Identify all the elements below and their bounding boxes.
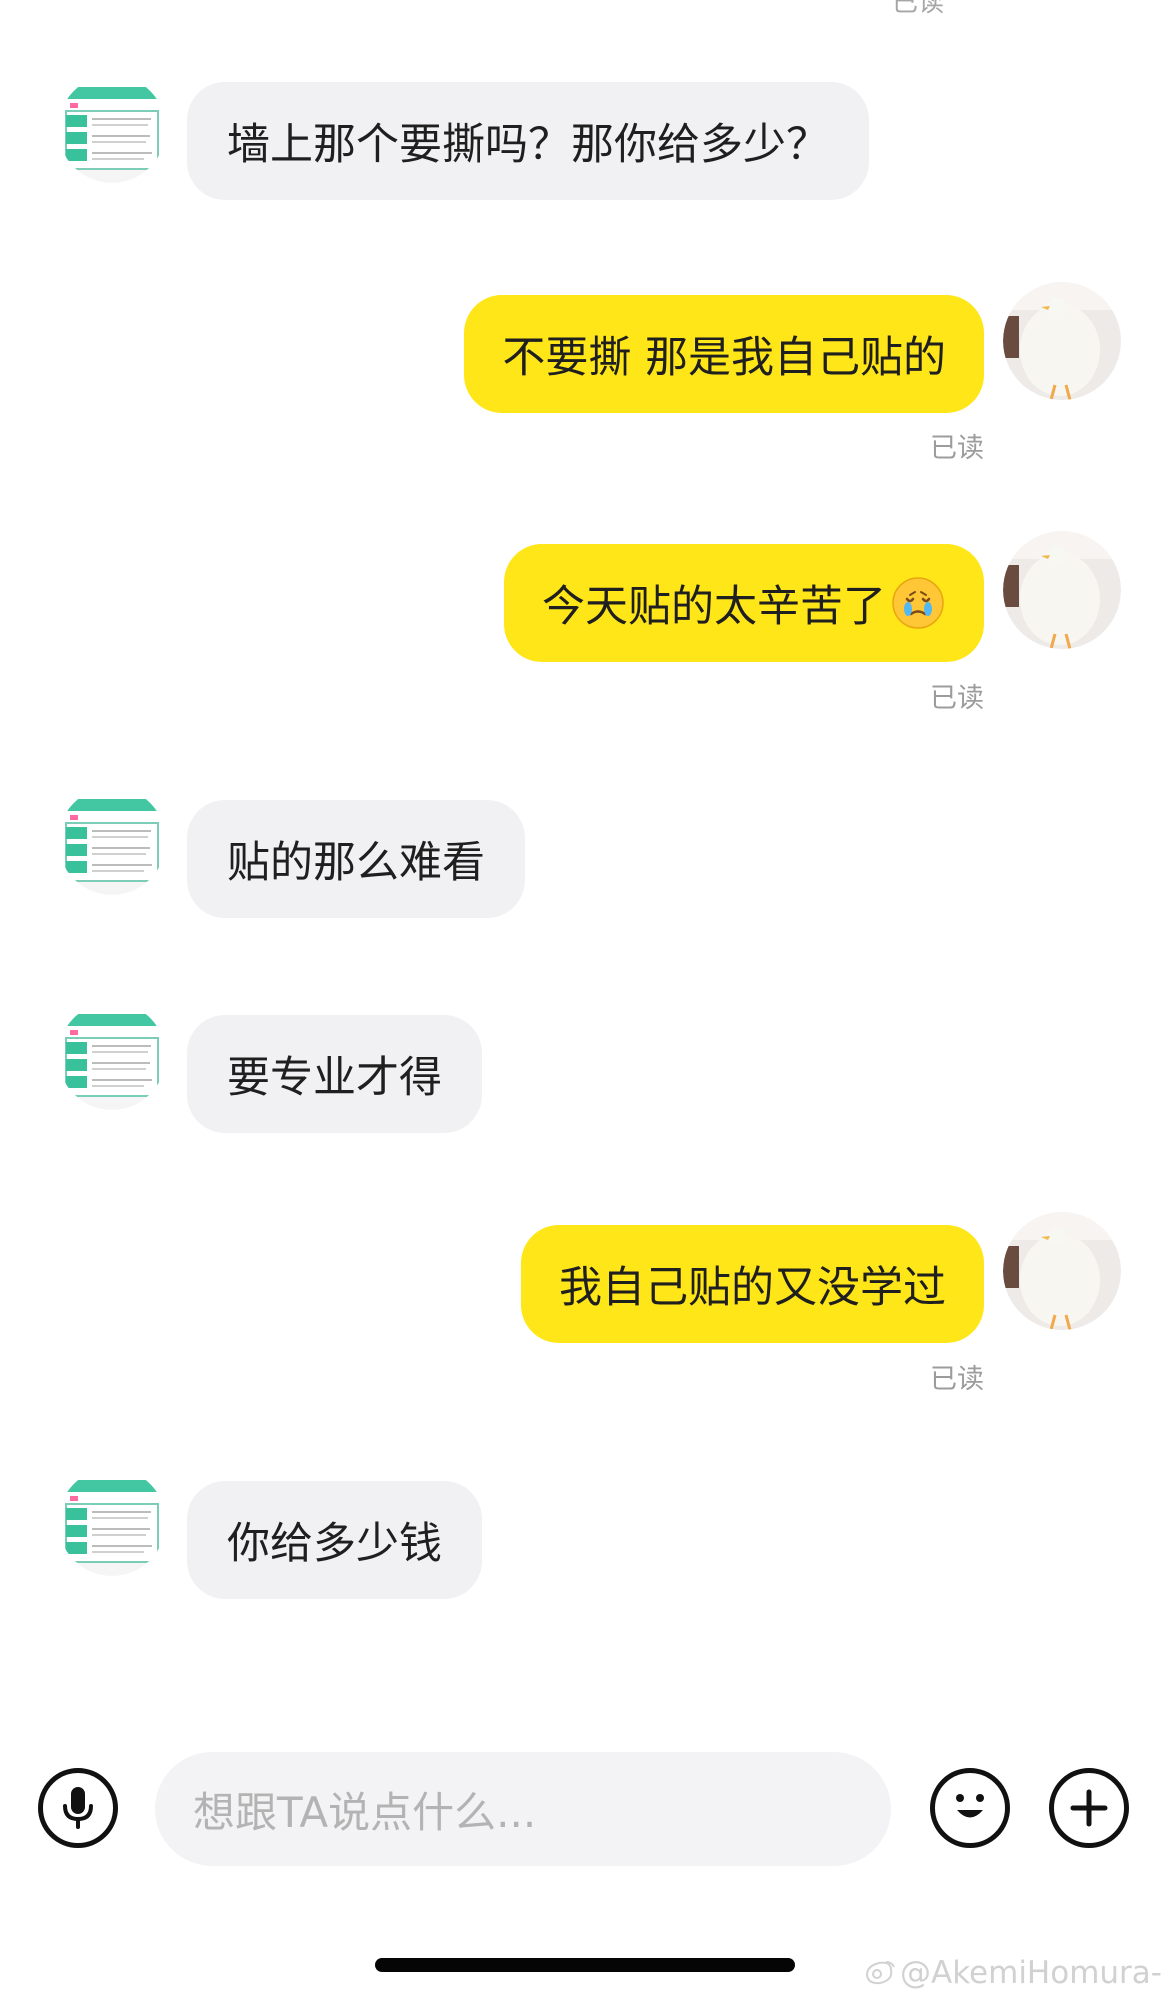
message-text: 墙上那个要撕吗？那你给多少？ — [227, 120, 829, 170]
message-input-placeholder: 想跟TA说点什么... — [193, 1787, 537, 1837]
message-input[interactable]: 想跟TA说点什么... — [155, 1752, 891, 1866]
message-bubble[interactable]: 不要撕 那是我自己贴的 — [464, 295, 984, 413]
message-bubble[interactable]: 贴的那么难看 — [187, 800, 525, 918]
watermark: @AkemiHomura- — [862, 1955, 1162, 1991]
contact-avatar[interactable] — [58, 1468, 166, 1576]
read-status: 已读 — [891, 0, 944, 18]
emoji-button[interactable] — [930, 1768, 1010, 1848]
message-text: 今天贴的太辛苦了 — [542, 582, 886, 632]
message-text: 贴的那么难看 — [227, 838, 485, 888]
message-text: 我自己贴的又没学过 — [559, 1263, 946, 1313]
contact-avatar[interactable] — [58, 75, 166, 183]
message-bubble[interactable]: 墙上那个要撕吗？那你给多少？ — [187, 82, 869, 200]
read-status: 已读 — [930, 1364, 984, 1395]
my-avatar[interactable] — [1003, 1212, 1121, 1330]
plus-icon — [1070, 1789, 1108, 1827]
weibo-icon — [862, 1959, 896, 1987]
crying-face-emoji — [890, 575, 946, 631]
message-text: 你给多少钱 — [227, 1519, 442, 1569]
message-bubble[interactable]: 我自己贴的又没学过 — [521, 1225, 984, 1343]
read-status: 已读 — [930, 683, 984, 714]
read-status: 已读 — [930, 433, 984, 464]
my-avatar[interactable] — [1003, 531, 1121, 649]
my-avatar[interactable] — [1003, 282, 1121, 400]
message-text: 要专业才得 — [227, 1053, 442, 1103]
voice-button[interactable] — [38, 1768, 118, 1848]
composer-bar: 想跟TA说点什么... — [0, 1740, 1170, 1890]
home-indicator[interactable] — [375, 1958, 795, 1972]
message-text: 不要撕 那是我自己贴的 — [502, 333, 946, 383]
message-bubble[interactable]: 今天贴的太辛苦了 — [504, 544, 984, 662]
message-bubble[interactable]: 你给多少钱 — [187, 1481, 482, 1599]
message-bubble[interactable]: 要专业才得 — [187, 1015, 482, 1133]
contact-avatar[interactable] — [58, 1002, 166, 1110]
watermark-text: @AkemiHomura- — [900, 1955, 1162, 1991]
plus-button[interactable] — [1049, 1768, 1129, 1848]
smiley-icon — [956, 1794, 984, 1818]
contact-avatar[interactable] — [58, 787, 166, 895]
microphone-icon — [63, 1787, 93, 1829]
